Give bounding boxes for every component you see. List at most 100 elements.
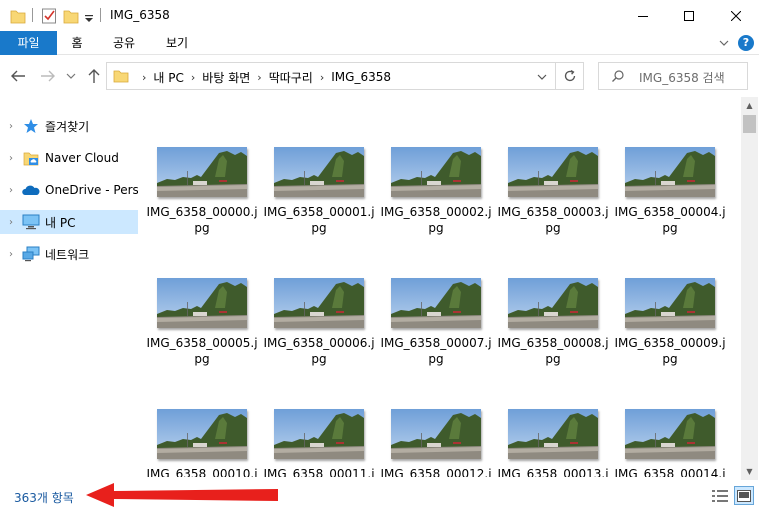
chevron-right-icon[interactable]: › xyxy=(0,121,22,132)
tab-share[interactable]: 공유 xyxy=(104,31,144,55)
help-button[interactable]: ? xyxy=(738,35,754,51)
address-bar[interactable]: › 내 PC › 바탕 화면 › 딱따구리 › IMG_6358 xyxy=(106,62,556,90)
tab-home[interactable]: 홈 xyxy=(62,31,92,55)
search-icon xyxy=(612,70,624,82)
file-item[interactable]: IMG_6358_00012.jpg xyxy=(379,409,492,477)
file-name: IMG_6358_00007.jpg xyxy=(380,336,492,366)
details-view-icon[interactable] xyxy=(712,489,728,503)
onedrive-icon xyxy=(22,182,40,198)
title-bar: IMG_6358 xyxy=(0,0,759,31)
file-name: IMG_6358_00011.jpg xyxy=(263,467,375,477)
pc-icon xyxy=(22,214,40,230)
close-button[interactable] xyxy=(713,0,759,31)
star-icon xyxy=(22,118,40,134)
breadcrumb-separator[interactable]: › xyxy=(135,71,153,84)
vertical-scrollbar[interactable]: ▲ ▼ xyxy=(741,97,758,480)
maximize-button[interactable] xyxy=(666,0,712,31)
file-item[interactable]: IMG_6358_00010.jpg xyxy=(145,409,258,477)
minimize-button[interactable] xyxy=(620,0,666,31)
file-name: IMG_6358_00014.jpg xyxy=(614,467,726,477)
file-name: IMG_6358_00001.jpg xyxy=(263,205,375,235)
chevron-right-icon[interactable]: › xyxy=(0,249,22,260)
breadcrumb-item[interactable]: IMG_6358 xyxy=(331,70,391,84)
image-thumbnail[interactable] xyxy=(274,278,364,328)
image-thumbnail[interactable] xyxy=(391,409,481,459)
chevron-right-icon[interactable]: › xyxy=(0,153,22,164)
new-folder-icon[interactable] xyxy=(63,7,79,25)
image-thumbnail[interactable] xyxy=(157,278,247,328)
navigation-pane: › 즐겨찾기 › Naver Cloud › OneDrive - Perso … xyxy=(0,97,140,477)
file-item[interactable]: IMG_6358_00006.jpg xyxy=(262,278,375,398)
chevron-right-icon[interactable]: › xyxy=(0,217,22,228)
image-thumbnail[interactable] xyxy=(508,409,598,459)
cloud-drive-icon xyxy=(22,150,40,166)
sidebar-item-naver-cloud[interactable]: › Naver Cloud xyxy=(0,146,138,170)
file-item[interactable]: IMG_6358_00014.jpg xyxy=(613,409,726,477)
breadcrumb-item[interactable]: 딱따구리 xyxy=(269,69,313,86)
sidebar-item-favorites[interactable]: › 즐겨찾기 xyxy=(0,114,138,138)
image-thumbnail[interactable] xyxy=(625,147,715,197)
folder-icon[interactable] xyxy=(10,7,26,25)
customize-toolbar-icon[interactable] xyxy=(84,10,94,28)
scroll-up-button[interactable]: ▲ xyxy=(741,97,758,114)
properties-icon[interactable] xyxy=(41,7,57,25)
sidebar-item-label: OneDrive - Perso xyxy=(45,183,138,197)
sidebar-item-this-pc[interactable]: › 내 PC xyxy=(0,210,138,234)
back-button[interactable] xyxy=(8,67,28,85)
address-history-button[interactable] xyxy=(532,69,552,85)
quick-access-divider xyxy=(32,8,33,22)
breadcrumb-item[interactable]: 내 PC xyxy=(153,69,183,86)
tab-file[interactable]: 파일 xyxy=(0,31,57,55)
breadcrumb: › 내 PC › 바탕 화면 › 딱따구리 › IMG_6358 xyxy=(135,69,391,85)
scrollbar-thumb[interactable] xyxy=(743,115,756,133)
file-item[interactable]: IMG_6358_00003.jpg xyxy=(496,147,609,267)
file-list: IMG_6358_00000.jpg IMG_6358_00001.jpg IMG_… xyxy=(140,97,742,477)
image-thumbnail[interactable] xyxy=(157,147,247,197)
breadcrumb-separator[interactable]: › xyxy=(313,71,331,84)
forward-button[interactable] xyxy=(38,67,58,85)
image-thumbnail[interactable] xyxy=(391,278,481,328)
file-item[interactable]: IMG_6358_00001.jpg xyxy=(262,147,375,267)
tab-view[interactable]: 보기 xyxy=(158,31,196,55)
recent-locations-button[interactable] xyxy=(64,67,78,85)
file-item[interactable]: IMG_6358_00005.jpg xyxy=(145,278,258,398)
file-item[interactable]: IMG_6358_00008.jpg xyxy=(496,278,609,398)
image-thumbnail[interactable] xyxy=(391,147,481,197)
image-thumbnail[interactable] xyxy=(625,278,715,328)
status-bar: 363개 항목 xyxy=(0,480,759,511)
navigation-bar: › 내 PC › 바탕 화면 › 딱따구리 › IMG_6358 IMG_635… xyxy=(0,55,759,97)
sidebar-item-label: 즐겨찾기 xyxy=(45,119,90,134)
file-item[interactable]: IMG_6358_00013.jpg xyxy=(496,409,609,477)
expand-ribbon-icon[interactable] xyxy=(718,37,730,49)
breadcrumb-separator[interactable]: › xyxy=(250,71,268,84)
image-thumbnail[interactable] xyxy=(508,278,598,328)
file-item[interactable]: IMG_6358_00009.jpg xyxy=(613,278,726,398)
refresh-button[interactable] xyxy=(556,62,584,90)
sidebar-item-label: 네트워크 xyxy=(45,247,90,262)
file-item[interactable]: IMG_6358_00000.jpg xyxy=(145,147,258,267)
title-divider xyxy=(100,8,101,22)
image-thumbnail[interactable] xyxy=(508,147,598,197)
large-icons-view-button[interactable] xyxy=(734,486,754,505)
breadcrumb-separator[interactable]: › xyxy=(184,71,202,84)
network-icon xyxy=(22,246,40,262)
file-item[interactable]: IMG_6358_00002.jpg xyxy=(379,147,492,267)
sidebar-item-onedrive[interactable]: › OneDrive - Perso xyxy=(0,178,138,202)
up-button[interactable] xyxy=(84,67,104,85)
file-item[interactable]: IMG_6358_00004.jpg xyxy=(613,147,726,267)
image-thumbnail[interactable] xyxy=(157,409,247,459)
sidebar-item-network[interactable]: › 네트워크 xyxy=(0,242,138,266)
chevron-right-icon[interactable]: › xyxy=(0,185,22,196)
image-thumbnail[interactable] xyxy=(625,409,715,459)
file-name: IMG_6358_00008.jpg xyxy=(497,336,609,366)
folder-icon xyxy=(113,70,129,83)
file-item[interactable]: IMG_6358_00007.jpg xyxy=(379,278,492,398)
breadcrumb-item[interactable]: 바탕 화면 xyxy=(202,69,250,86)
image-thumbnail[interactable] xyxy=(274,147,364,197)
file-name: IMG_6358_00006.jpg xyxy=(263,336,375,366)
image-thumbnail[interactable] xyxy=(274,409,364,459)
file-item[interactable]: IMG_6358_00011.jpg xyxy=(262,409,375,477)
scroll-down-button[interactable]: ▼ xyxy=(741,463,758,480)
file-name: IMG_6358_00004.jpg xyxy=(614,205,726,235)
search-input[interactable]: IMG_6358 검색 xyxy=(598,62,748,90)
